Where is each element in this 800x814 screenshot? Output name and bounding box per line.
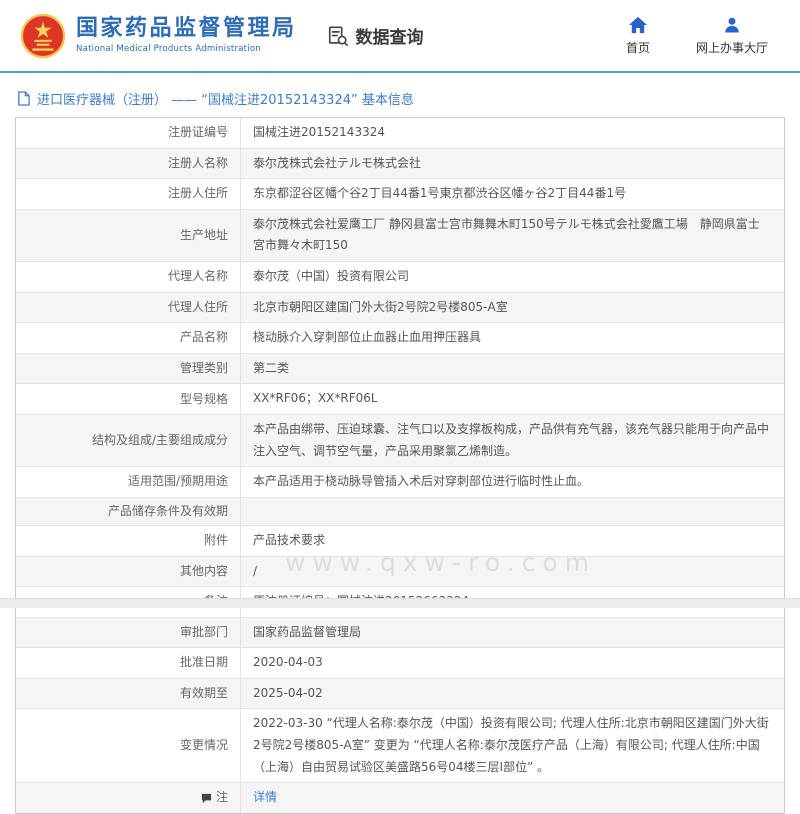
row-label: 适用范围/预期用途 [16,467,241,497]
table-row: 注册人住所 东京都涩谷区幡个谷2丁目44番1号東京都渋谷区幡ヶ谷2丁目44番1号 [16,179,784,210]
row-label: 变更情况 [16,709,241,782]
table-row: 有效期至 2025-04-02 [16,679,784,710]
brand-logo-link[interactable]: 国家药品监督管理局 National Medical Products Admi… [20,13,297,59]
row-value: 2020-04-03 [241,648,784,678]
row-value: 泰尔茂株式会社テルモ株式会社 [241,149,784,179]
breadcrumb: 进口医疗器械（注册） —— “国械注进20152143324” 基本信息 [15,79,785,117]
national-emblem-icon [20,13,66,59]
row-label: 代理人住所 [16,293,241,323]
row-value: 2025-04-02 [241,679,784,709]
brand-subtitle: National Medical Products Administration [76,44,297,54]
row-label: 代理人名称 [16,262,241,292]
table-row: 附件 产品技术要求 [16,526,784,557]
row-label: 审批部门 [16,618,241,648]
table-row: 审批部门 国家药品监督管理局 [16,618,784,649]
table-row: 结构及组成/主要组成成分 本产品由绑带、压迫球囊、注气口以及支撑板构成，产品供有… [16,415,784,467]
row-value: 本产品由绑带、压迫球囊、注气口以及支撑板构成，产品供有充气器，该充气器只能用于向… [241,415,784,466]
table-row: 适用范围/预期用途 本产品适用于桡动脉导管插入术后对穿刺部位进行临时性止血。 [16,467,784,498]
row-label: 管理类别 [16,354,241,384]
table-row: 其他内容 / [16,557,784,588]
table-row: 管理类别 第二类 [16,354,784,385]
user-icon [723,16,741,34]
row-value: 国家药品监督管理局 [241,618,784,648]
row-label: 注册人住所 [16,179,241,209]
nav-online-service-hall[interactable]: 网上办事大厅 [696,16,768,56]
table-row: 注册人名称 泰尔茂株式会社テルモ株式会社 [16,149,784,180]
row-label: 型号规格 [16,384,241,414]
row-label: 注册人名称 [16,149,241,179]
row-value: XX*RF06；XX*RF06L [241,384,784,414]
main-content: 进口医疗器械（注册） —— “国械注进20152143324” 基本信息 注册证… [0,73,800,814]
row-value: 2022-03-30 “代理人名称:泰尔茂（中国）投资有限公司; 代理人住所:北… [241,709,784,782]
row-label: 注册证编号 [16,118,241,148]
row-label-text: 注 [216,788,228,807]
data-query-tab[interactable]: 数据查询 [327,23,424,48]
row-label: 产品名称 [16,323,241,353]
row-value: 国械注进20152143324 [241,118,784,148]
table-row: 注 详情 [16,783,784,813]
table-row: 产品名称 桡动脉介入穿刺部位止血器止血用押压器具 [16,323,784,354]
header-nav: 首页 网上办事大厅 [618,16,768,56]
row-value: 泰尔茂（中国）投资有限公司 [241,262,784,292]
table-row: 批准日期 2020-04-03 [16,648,784,679]
footer-strip [0,598,800,608]
row-value: 北京市朝阳区建国门外大街2号院2号楼805-A室 [241,293,784,323]
table-row: 变更情况 2022-03-30 “代理人名称:泰尔茂（中国）投资有限公司; 代理… [16,709,784,783]
document-search-icon [327,25,349,47]
home-icon [628,16,648,34]
document-icon [17,91,30,106]
row-value: 桡动脉介入穿刺部位止血器止血用押压器具 [241,323,784,353]
row-value: 产品技术要求 [241,526,784,556]
nav-home[interactable]: 首页 [618,16,658,56]
row-label: 结构及组成/主要组成成分 [16,415,241,466]
table-row: 代理人住所 北京市朝阳区建国门外大街2号院2号楼805-A室 [16,293,784,324]
table-row: 生产地址 泰尔茂株式会社爱鹰工厂 静冈县富士宫市舞舞木町150号テルモ株式会社愛… [16,210,784,262]
row-label: 附件 [16,526,241,556]
row-label: 生产地址 [16,210,241,261]
row-value: 第二类 [241,354,784,384]
row-value: 本产品适用于桡动脉导管插入术后对穿刺部位进行临时性止血。 [241,467,784,497]
row-label: 其他内容 [16,557,241,587]
row-value: 东京都涩谷区幡个谷2丁目44番1号東京都渋谷区幡ヶ谷2丁目44番1号 [241,179,784,209]
row-label: 批准日期 [16,648,241,678]
nav-home-label: 首页 [626,39,650,56]
note-icon [201,793,212,804]
row-value: / [241,557,784,587]
row-value [241,498,784,525]
table-row: 产品储存条件及有效期 [16,498,784,526]
row-label: 产品储存条件及有效期 [16,498,241,525]
header: 国家药品监督管理局 National Medical Products Admi… [0,0,800,73]
detail-link[interactable]: 详情 [253,787,277,809]
row-label: 有效期至 [16,679,241,709]
row-label: 注 [16,783,241,813]
data-query-label: 数据查询 [356,23,424,48]
row-value: 详情 [241,783,784,813]
row-value: 泰尔茂株式会社爱鹰工厂 静冈县富士宫市舞舞木町150号テルモ株式会社愛鷹工場 静… [241,210,784,261]
table-row: 型号规格 XX*RF06；XX*RF06L [16,384,784,415]
brand-title: 国家药品监督管理局 [76,17,297,41]
page-title: 进口医疗器械（注册） —— “国械注进20152143324” 基本信息 [37,89,414,108]
table-row: 注册证编号 国械注进20152143324 [16,118,784,149]
table-row: 代理人名称 泰尔茂（中国）投资有限公司 [16,262,784,293]
registration-info-table: 注册证编号 国械注进20152143324 注册人名称 泰尔茂株式会社テルモ株式… [15,117,785,814]
nav-hall-label: 网上办事大厅 [696,39,768,56]
